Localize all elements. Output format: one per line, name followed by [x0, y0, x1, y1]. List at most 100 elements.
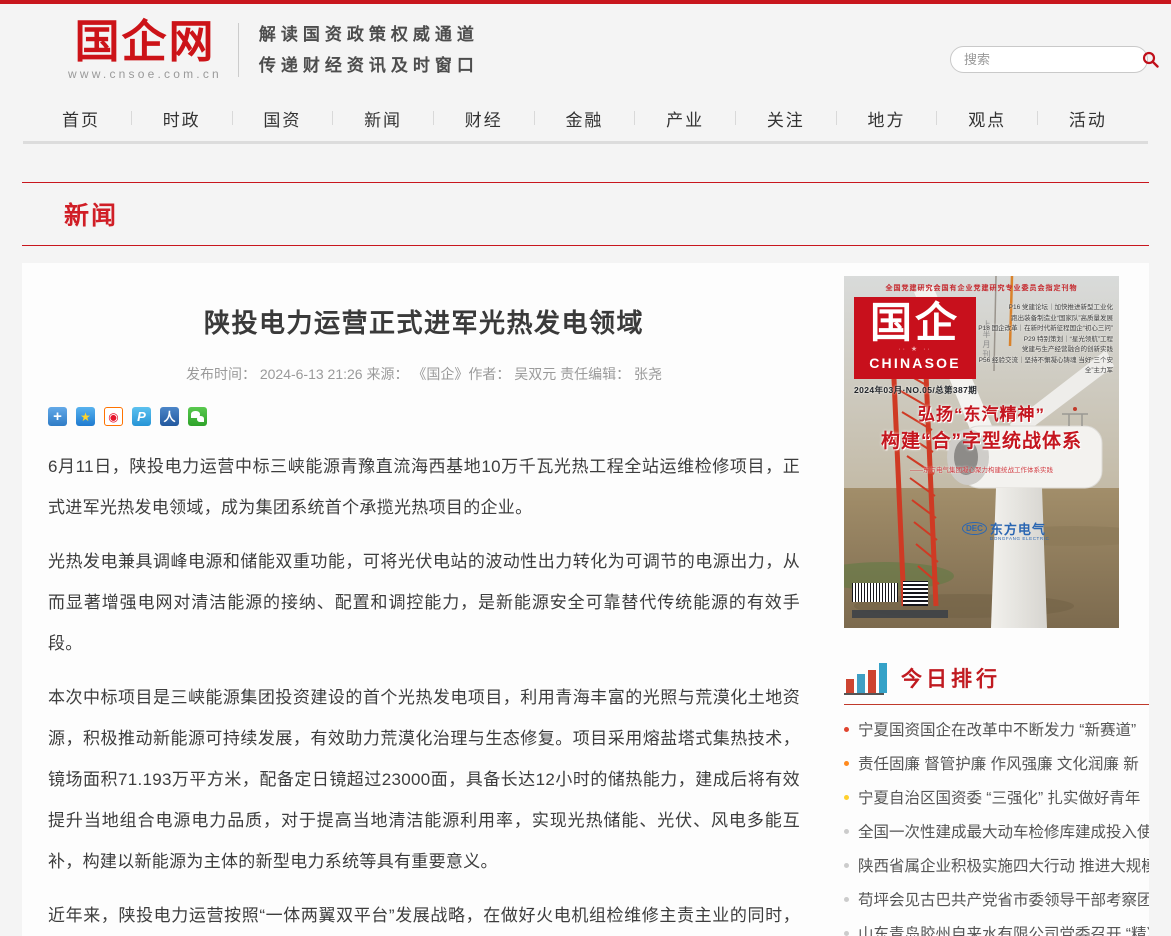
dec-badge: DEC: [962, 522, 987, 535]
bullet-icon: [844, 795, 849, 800]
ranking-item-text[interactable]: 苟坪会见古巴共产党省市委领导干部考察团: [858, 888, 1149, 910]
nav-item-focus[interactable]: 关注: [767, 106, 805, 131]
sidebar: 全国党建研究会国有企业党建研究专业委员会指定刊物 国企 ·· ★ ·· CHIN…: [844, 263, 1149, 936]
nav-separator: [836, 111, 837, 125]
tagline-line1: 解读国资政策权威通道: [259, 19, 479, 50]
ranking-item-text[interactable]: 全国一次性建成最大动车检修库建成投入使用: [858, 820, 1149, 842]
ranking-header: 今日排行: [844, 661, 1149, 705]
article-meta: 发布时间： 2024-6-13 21:26 来源： 《国企》作者： 吴双元 责任…: [48, 364, 800, 384]
toc-line: P16 党建论坛｜加快推进新型工业化: [977, 303, 1113, 314]
ranking-item-text[interactable]: 责任固廉 督管护廉 作风强廉 文化润廉 新: [858, 752, 1139, 774]
magazine-logo-cn: 国企: [854, 299, 976, 347]
magazine-headline-line2: 构建“合”字型统战体系: [844, 428, 1119, 456]
nav-item-industry[interactable]: 产业: [666, 106, 704, 131]
share-sina-weibo-icon[interactable]: ◉: [104, 407, 123, 426]
nav-separator: [232, 111, 233, 125]
ranking-item[interactable]: 陕西省属企业积极实施四大行动 推进大规模: [844, 848, 1149, 882]
ranking-item-text[interactable]: 宁夏自治区国资委 “三强化” 扎实做好青年: [858, 786, 1140, 808]
nav-separator: [332, 111, 333, 125]
section-title: 新闻: [64, 196, 1149, 232]
nav-separator: [634, 111, 635, 125]
ranking-item[interactable]: 责任固廉 督管护廉 作风强廉 文化润廉 新: [844, 746, 1149, 780]
ranking-item-text[interactable]: 陕西省属企业积极实施四大行动 推进大规模: [858, 854, 1149, 876]
share-tencent-weibo-icon[interactable]: P: [132, 407, 151, 426]
nav-separator: [735, 111, 736, 125]
magazine-logo-stars: ·· ★ ··: [854, 347, 976, 353]
article-paragraph: 近年来，陕投电力运营按照“一体两翼双平台”发展战略，在做好火电机组检维修主责主业…: [48, 895, 800, 936]
site-header: 国企网 www.cnsoe.com.cn 解读国资政策权威通道 传递财经资讯及时…: [0, 4, 1171, 95]
nav-separator: [433, 111, 434, 125]
logo-text[interactable]: 国企网: [74, 19, 215, 64]
bullet-icon: [844, 761, 849, 766]
ranking-list: 宁夏国资国企在改革中不断发力 “新赛道” 责任固廉 督管护廉 作风强廉 文化润廉…: [844, 712, 1149, 936]
magazine-logo: 国企 ·· ★ ·· CHINASOE: [854, 297, 976, 379]
nav-item-stateassets[interactable]: 国资: [263, 106, 301, 131]
nav-separator: [1037, 111, 1038, 125]
toc-line: P29 特别策划｜“星光领航”工程: [977, 335, 1113, 346]
nav-item-caijing[interactable]: 财经: [465, 106, 503, 131]
price-strip: [852, 610, 948, 618]
nav-bottom-rule: [23, 141, 1148, 144]
article-paragraph: 本次中标项目是三峡能源集团投资建设的首个光热发电项目，利用青海丰富的光照与荒漠化…: [48, 677, 800, 882]
search-button[interactable]: [1142, 51, 1159, 68]
search-icon: [1142, 51, 1159, 68]
ranking-item[interactable]: 全国一次性建成最大动车检修库建成投入使用: [844, 814, 1149, 848]
content-area: 陕投电力运营正式进军光热发电领域 发布时间： 2024-6-13 21:26 来…: [22, 263, 1149, 936]
nav-item-activity[interactable]: 活动: [1069, 106, 1107, 131]
article-title: 陕投电力运营正式进军光热发电领域: [48, 303, 800, 340]
nav-item-local[interactable]: 地方: [868, 106, 906, 131]
search-input[interactable]: [962, 51, 1142, 68]
bullet-icon: [844, 897, 849, 902]
site-logo[interactable]: 国企网 www.cnsoe.com.cn: [68, 19, 222, 81]
toc-line: P18 国企改革｜在新时代新征程国企“初心三问”: [977, 324, 1113, 335]
bar-chart-icon: [844, 661, 888, 695]
dec-name-en: DONGFANG ELECTRIC: [990, 536, 1049, 541]
magazine-cover[interactable]: 全国党建研究会国有企业党建研究专业委员会指定刊物 国企 ·· ★ ·· CHIN…: [844, 276, 1119, 628]
share-wechat-icon[interactable]: [188, 407, 207, 426]
nav-separator: [131, 111, 132, 125]
toc-line: 跑出装备制造业“国家队”高质量发展: [977, 314, 1113, 325]
barcode: [852, 583, 898, 602]
article-paragraph: 光热发电兼具调峰电源和储能双重功能，可将光伏电站的波动性出力转化为可调节的电源出…: [48, 541, 800, 664]
magazine-toc: P16 党建论坛｜加快推进新型工业化 跑出装备制造业“国家队”高质量发展 P18…: [977, 303, 1113, 377]
nav-item-finance[interactable]: 金融: [565, 106, 603, 131]
nav-item-opinion[interactable]: 观点: [968, 106, 1006, 131]
site-tagline: 解读国资政策权威通道 传递财经资讯及时窗口: [259, 19, 479, 81]
header-divider: [238, 23, 239, 77]
ranking-item-text[interactable]: 山东青岛胶州自来水有限公司党委召开 “精准: [858, 922, 1149, 936]
magazine-headline-line1: 弘扬“东汽精神”: [844, 402, 1119, 428]
nav-separator: [936, 111, 937, 125]
bullet-icon: [844, 931, 849, 936]
bullet-icon: [844, 863, 849, 868]
nav-item-politics[interactable]: 时政: [163, 106, 201, 131]
article-paragraph: 6月11日，陕投电力运营中标三峡能源青豫直流海西基地10万千瓦光热工程全站运维检…: [48, 446, 800, 528]
section-header: 新闻: [22, 182, 1149, 246]
ranking-item[interactable]: 山东青岛胶州自来水有限公司党委召开 “精准: [844, 916, 1149, 936]
magazine-logo-en: CHINASOE: [854, 355, 976, 371]
article-body: 6月11日，陕投电力运营中标三峡能源青豫直流海西基地10万千瓦光热工程全站运维检…: [48, 446, 800, 936]
article: 陕投电力运营正式进军光热发电领域 发布时间： 2024-6-13 21:26 来…: [22, 263, 800, 936]
share-toolbar: + ★ ◉ P 人: [48, 407, 800, 426]
ranking-item[interactable]: 宁夏国资国企在改革中不断发力 “新赛道”: [844, 712, 1149, 746]
magazine-headline: 弘扬“东汽精神” 构建“合”字型统战体系: [844, 402, 1119, 456]
toc-line: 党建与生产经营融合的创新实践: [977, 345, 1113, 356]
magazine-issue: 2024年03月·NO.05/总第387期: [854, 384, 977, 396]
tagline-line2: 传递财经资讯及时窗口: [259, 50, 479, 81]
ranking-item[interactable]: 宁夏自治区国资委 “三强化” 扎实做好青年: [844, 780, 1149, 814]
nav-item-news[interactable]: 新闻: [364, 106, 402, 131]
nav-separator: [534, 111, 535, 125]
main-nav: 首页 时政 国资 新闻 财经 金融 产业 关注 地方 观点 活动: [0, 95, 1171, 141]
nav-item-home[interactable]: 首页: [62, 106, 100, 131]
search-box[interactable]: [950, 46, 1148, 73]
ranking-item[interactable]: 苟坪会见古巴共产党省市委领导干部考察团: [844, 882, 1149, 916]
bullet-icon: [844, 727, 849, 732]
share-renren-icon[interactable]: 人: [160, 407, 179, 426]
logo-url: www.cnsoe.com.cn: [68, 67, 222, 81]
share-more-icon[interactable]: +: [48, 407, 67, 426]
share-qzone-icon[interactable]: ★: [76, 407, 95, 426]
magazine-headline-sub: ——东方电气集团凝心聚力构建统战工作体系实践: [868, 464, 1095, 474]
magazine-top-line: 全国党建研究会国有企业党建研究专业委员会指定刊物: [844, 283, 1119, 293]
bullet-icon: [844, 829, 849, 834]
ranking-title: 今日排行: [901, 663, 1001, 695]
ranking-item-text[interactable]: 宁夏国资国企在改革中不断发力 “新赛道”: [858, 718, 1136, 740]
